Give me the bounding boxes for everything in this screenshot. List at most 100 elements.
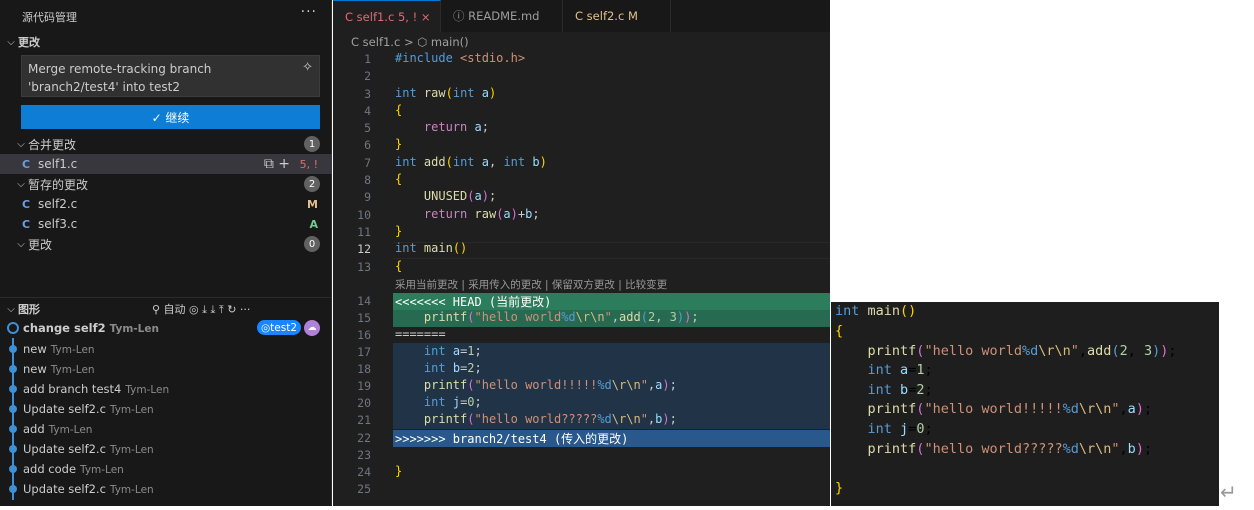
file-name: self1.c [38,157,78,171]
line-number: 25 [357,482,371,496]
line-number: 24 [357,465,371,479]
line-number: 2 [364,69,371,83]
screenshot-root: 源代码管理 ··· ⌵ 更改 Merge remote-tracking bra… [0,0,1254,510]
preview-line: { [835,323,844,339]
graph-node [9,465,17,473]
group-merge-changes[interactable]: ⌵ 合并更改 1 [0,134,332,154]
code-line: int a=1; [423,344,482,358]
code-line: { [395,103,403,117]
sidebar-title: 源代码管理 [22,11,77,24]
code-line: return raw(a)+b; [423,207,540,221]
line-number: 3 [364,87,371,101]
file-item-self3[interactable]: C self3.c A [0,214,332,234]
source-control-sidebar: 源代码管理 ··· ⌵ 更改 Merge remote-tracking bra… [0,0,332,506]
chevron-down-icon: ⌵ [7,303,15,315]
c-file-icon: C [22,157,31,171]
line-number: 14 [357,294,371,308]
merge-codelens[interactable]: 采用当前更改 | 采用传入的更改 | 保留双方更改 | 比较变更 [395,277,667,292]
line-number: 23 [357,448,371,462]
graph-head-node [7,322,19,334]
tab-self1[interactable]: C self1.c 5, ! × [333,0,441,32]
graph-commit-item[interactable]: Update self2.c Tym-Len [23,402,154,416]
changes-section-label: 更改 [18,36,40,49]
group-label: 暂存的更改 [28,177,89,192]
line-number: 11 [357,225,371,239]
code-line: int raw(int a) [395,86,497,100]
code-line: int b=2; [423,361,482,375]
chevron-down-icon: ⌵ [17,178,25,190]
code-line: printf("hello world%d\r\n",add(2, 3)); [423,310,699,324]
return-symbol: ↵ [1220,480,1237,504]
preview-line: printf("hello world?????%d\r\n",b); [867,441,1153,457]
file-name: self2.c [38,197,78,211]
code-line: int add(int a, int b) [395,155,547,169]
tab-self2[interactable]: C self2.c M [563,0,671,32]
line-number: 17 [357,345,371,359]
count-badge: 2 [304,176,320,192]
code-line: #include <stdio.h> [395,51,526,65]
file-item-self1[interactable]: C self1.c ⧉ + 5, ! [0,154,332,174]
preview-line: printf("hello world!!!!!%d\r\n",a); [867,401,1153,417]
branch-tag-badge: ◎test2 [257,320,302,335]
file-status: 5, ! [299,157,318,171]
graph-toolbar[interactable]: ⚲ 自动 ◎ ⤓ ⤓ ⤒ ↻ ··· [152,301,250,317]
graph-commit-item[interactable]: new Tym-Len [23,342,95,356]
chevron-down-icon: ⌵ [7,36,15,48]
line-number: 16 [357,328,371,342]
separator-marker: ======= [395,327,446,341]
chevron-down-icon: ⌵ [17,138,25,150]
code-line: printf("hello world?????%d\r\n",b); [423,412,677,426]
code-line: { [395,259,403,273]
line-number: 4 [364,104,371,118]
graph-section-label: 图形 [18,303,40,316]
file-actions-icon[interactable]: ⧉ + [264,156,290,172]
line-number: 22 [357,431,371,445]
group-staged-changes[interactable]: ⌵ 暂存的更改 2 [0,174,332,194]
code-line: UNUSED(a); [423,189,497,203]
code-line: { [395,172,403,186]
graph-commit-item[interactable]: add code Tym-Len [23,462,124,476]
graph-commit-item[interactable]: add branch test4 Tym-Len [23,382,169,396]
line-number: 18 [357,362,371,376]
editor-tab-bar: C self1.c 5, ! × ⓘ README.md C self2.c M [333,0,830,32]
graph-node [9,425,17,433]
graph-node [9,405,17,413]
file-item-self2[interactable]: C self2.c M [0,194,332,214]
group-changes[interactable]: ⌵ 更改 0 [0,234,332,254]
line-number: 10 [357,208,371,222]
graph-node [9,385,17,393]
commit-message-input[interactable]: Merge remote-tracking branch 'branch2/te… [21,55,320,97]
graph-node [9,445,17,453]
preview-line: int a=1; [867,362,933,378]
sparkle-icon[interactable]: ✧ [302,59,313,77]
graph-section-header[interactable]: ⌵ 图形 ⚲ 自动 ◎ ⤓ ⤓ ⤒ ↻ ··· [0,299,332,319]
line-number: 6 [364,138,371,152]
changes-section-header[interactable]: ⌵ 更改 [0,32,332,52]
code-line: return a; [423,120,489,134]
graph-commit-item[interactable]: Update self2.c Tym-Len [23,482,154,496]
preview-line: } [835,480,844,496]
tab-readme[interactable]: ⓘ README.md [441,0,563,32]
code-editor: C self1.c 5, ! × ⓘ README.md C self2.c M… [333,0,830,506]
merged-code-preview: int main() { printf("hello world%d\r\n",… [831,302,1219,506]
code-line: } [395,137,403,151]
c-file-icon: C [22,217,31,231]
graph-commit-item[interactable]: new Tym-Len [23,362,95,376]
code-line: int j=0; [423,395,482,409]
graph-node [9,345,17,353]
line-number: 15 [357,311,371,325]
code-line: } [395,464,403,478]
code-line: } [395,224,403,238]
commit-message-text: Merge remote-tracking branch 'branch2/te… [28,62,212,94]
graph-commit-item[interactable]: Update self2.c Tym-Len [23,442,154,456]
file-status: A [309,217,318,231]
graph-commit-item[interactable]: change self2 Tym-Len [23,321,159,335]
continue-button[interactable]: ✓ 继续 [21,105,320,129]
line-number: 21 [357,413,371,427]
more-actions-button[interactable]: ··· [301,4,317,20]
graph-commit-item[interactable]: add Tym-Len [23,422,92,436]
line-number: 19 [357,379,371,393]
line-number: 1 [364,52,371,66]
breadcrumb[interactable]: C self1.c > ⬡ main() [351,35,469,49]
count-badge: 0 [304,236,320,252]
